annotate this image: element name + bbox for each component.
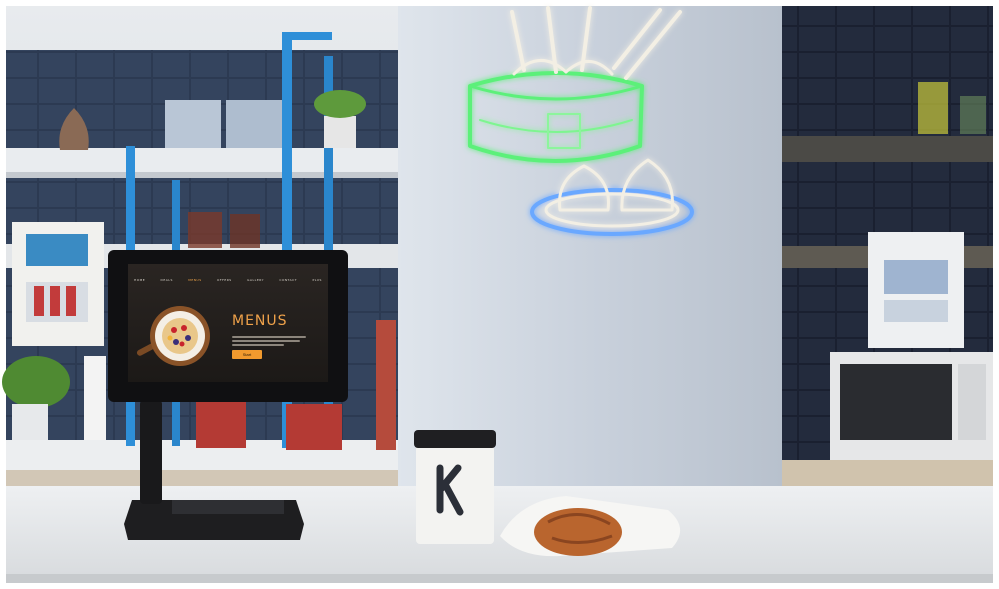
menus-headline: MENUS [232,313,288,329]
cafe-scene: HOME DEALS MENUS OFFERS GALLERY CONTACT … [0,0,999,589]
coffee-cup [416,444,494,544]
storage-box [165,100,221,148]
kiosk-nav: HOME DEALS MENUS OFFERS GALLERY CONTACT … [134,278,322,282]
dish-image [136,306,210,366]
nav-item-plus[interactable]: PLUS [313,278,322,282]
kiosk-screen: HOME DEALS MENUS OFFERS GALLERY CONTACT … [128,264,328,382]
nav-item-contact[interactable]: CONTACT [279,278,297,282]
nav-item-home[interactable]: HOME [134,278,145,282]
storage-box [226,100,282,148]
potted-plant [314,90,366,118]
nav-item-offers[interactable]: OFFERS [217,278,232,282]
kiosk-neck [140,400,162,504]
nav-item-menus[interactable]: MENUS [188,278,201,282]
nav-item-deals[interactable]: DEALS [161,278,173,282]
nav-item-gallery[interactable]: GALLERY [247,278,264,282]
start-button[interactable]: Start [232,350,262,359]
description-text [232,336,306,348]
